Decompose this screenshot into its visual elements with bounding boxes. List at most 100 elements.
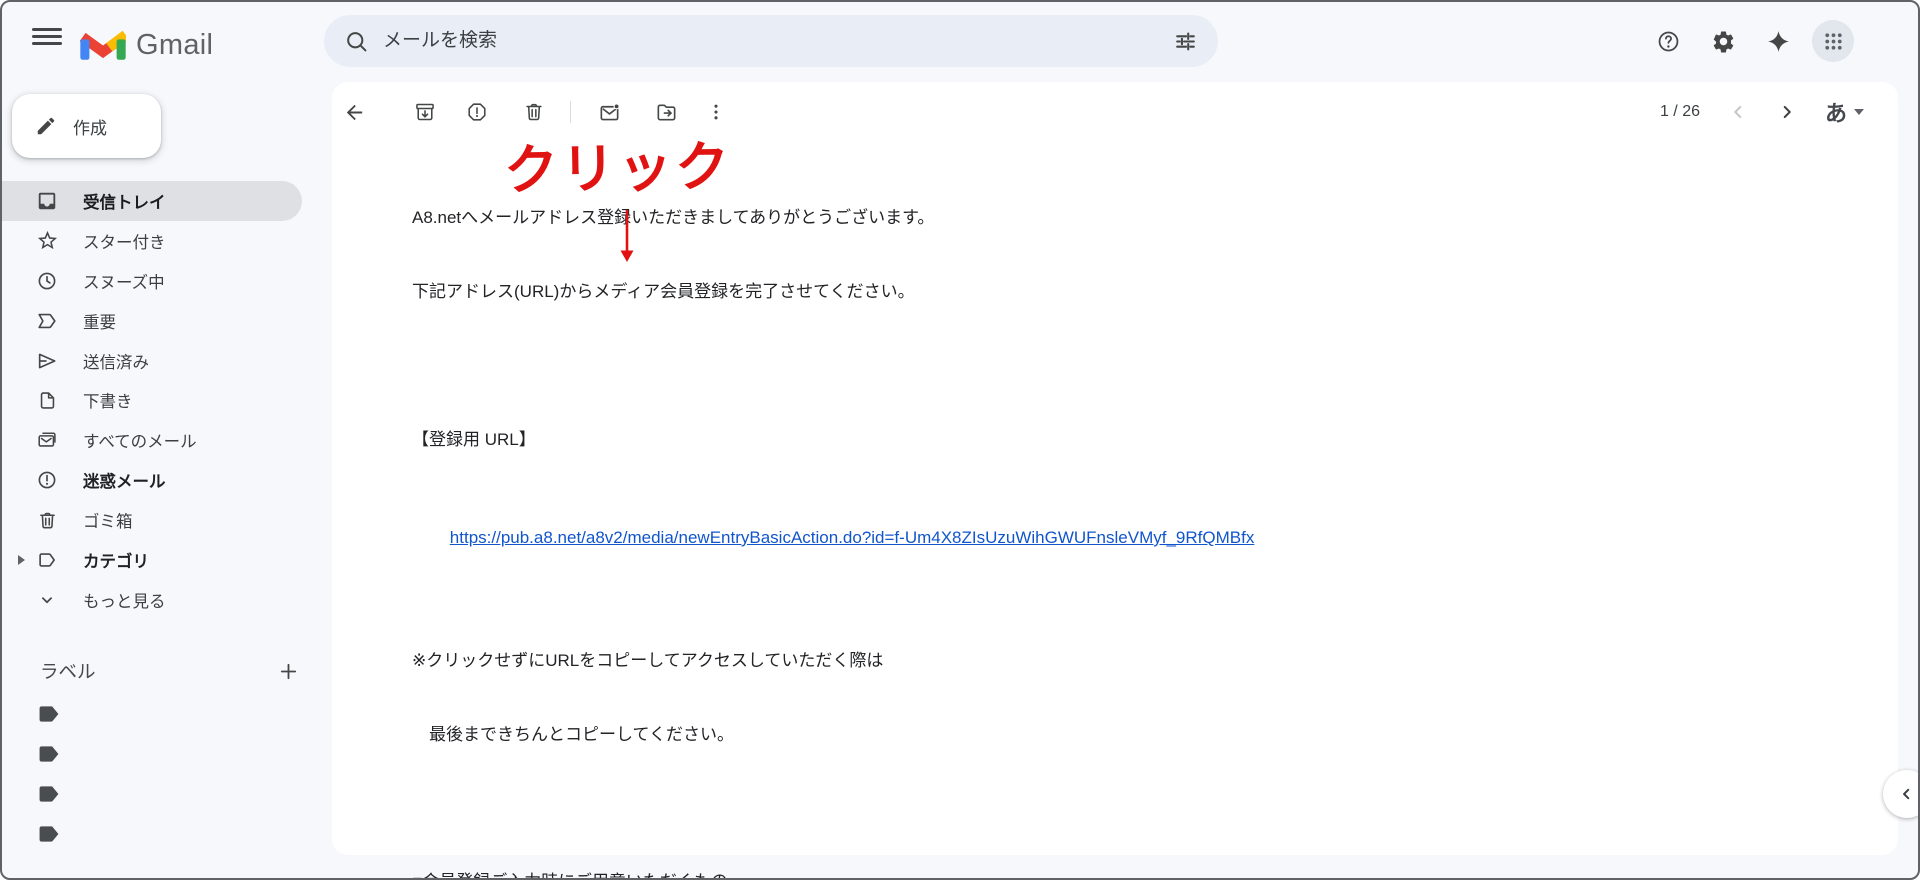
gemini-button[interactable]: [1757, 20, 1799, 62]
newer-chevron-button[interactable]: [1727, 101, 1749, 123]
label-item[interactable]: [38, 814, 61, 854]
gmail-m-icon: [80, 30, 126, 60]
older-chevron-button[interactable]: [1776, 101, 1798, 123]
caret-down-icon: [1854, 109, 1864, 115]
important-marker-icon: [35, 309, 59, 333]
settings-button[interactable]: [1702, 20, 1744, 62]
archive-icon: [416, 103, 434, 121]
pagination-controls: 1 / 26 あ: [1660, 82, 1864, 142]
main-menu-button[interactable]: [32, 28, 62, 45]
sidebar-item-label: 送信済み: [83, 353, 149, 372]
unread-envelope-icon: [600, 102, 620, 120]
search-options-icon[interactable]: [1173, 29, 1198, 54]
input-tool-glyph: あ: [1824, 101, 1847, 126]
sidebar-item-label: もっと見る: [83, 592, 166, 611]
sparkle-icon: [1767, 30, 1789, 52]
sidebar-item-drafts[interactable]: 下書き: [2, 380, 302, 420]
email-line: https://pub.a8.net/a8v2/media/newEntryBa…: [412, 501, 1255, 547]
sidebar-item-sent[interactable]: 送信済み: [2, 341, 302, 381]
app-name: Gmail: [136, 28, 214, 61]
search-bar[interactable]: [324, 15, 1218, 67]
sidebar-item-all-mail[interactable]: すべてのメール: [2, 420, 302, 460]
email-line: 【登録用 URL】: [412, 429, 536, 449]
google-apps-button[interactable]: [1812, 20, 1854, 62]
gmail-window: Gmail メールを検索 作成 受信トレイ スター付き スヌーズ中 重要 送信済…: [0, 0, 1920, 880]
compose-label: 作成: [73, 118, 107, 138]
sidebar-item-label: 下書き: [83, 393, 133, 412]
registration-url-link[interactable]: https://pub.a8.net/a8v2/media/newEntryBa…: [450, 528, 1255, 547]
label-tag-icon: [39, 746, 59, 762]
sidebar-item-label: スヌーズ中: [83, 273, 165, 292]
report-spam-button[interactable]: [457, 92, 497, 132]
sidebar-nav: 受信トレイ スター付き スヌーズ中 重要 送信済み 下書き すべてのメール 迷惑…: [2, 181, 312, 620]
email-line: 最後まできちんとコピーしてください。: [412, 724, 734, 744]
gear-icon: [1713, 31, 1733, 53]
sidebar-item-label: カテゴリ: [83, 552, 149, 571]
sidebar-item-label: スター付き: [83, 233, 166, 252]
label-tag-icon: [39, 706, 59, 722]
inbox-icon: [35, 189, 59, 213]
report-spam-icon: [468, 103, 486, 121]
toolbar-divider: [570, 101, 571, 123]
click-annotation-arrow-icon: [620, 210, 634, 262]
email-line: [412, 575, 1254, 600]
expand-arrow-icon[interactable]: [18, 554, 25, 565]
create-label-button[interactable]: [277, 660, 300, 683]
category-tag-icon: [35, 548, 59, 572]
label-tag-icon: [39, 786, 59, 802]
label-list: [38, 694, 61, 854]
email-line: ※クリックせずにURLをコピーしてアクセスしていただく際は: [412, 650, 884, 670]
trash-icon: [35, 508, 59, 532]
message-pane: 1 / 26 あ A8.netへメールアドレス登録いただきましてありがとうござい…: [332, 82, 1898, 878]
chevron-down-icon: [35, 588, 59, 612]
sidebar-item-more[interactable]: もっと見る: [2, 580, 302, 620]
email-line: A8.netへメールアドレス登録いただきましてありがとうございます。: [412, 208, 935, 228]
email-body: A8.netへメールアドレス登録いただきましてありがとうございます。 下記アドレ…: [412, 157, 1255, 878]
sidebar-item-starred[interactable]: スター付き: [2, 221, 302, 261]
sidebar-item-label: 重要: [83, 313, 116, 332]
spam-icon: [35, 468, 59, 492]
pagination-counter: 1 / 26: [1659, 103, 1700, 120]
star-icon: [35, 229, 59, 253]
email-line: 下記アドレス(URL)からメディア会員登録を完了させてください。: [412, 281, 915, 301]
draft-icon: [35, 388, 59, 412]
input-tools-button[interactable]: あ: [1825, 96, 1864, 128]
back-button[interactable]: [334, 92, 374, 132]
label-item[interactable]: [38, 774, 61, 814]
sidebar-item-label: ゴミ箱: [83, 513, 133, 532]
help-button[interactable]: [1647, 20, 1689, 62]
sidebar-item-label: 受信トレイ: [83, 193, 166, 212]
email-line: [412, 796, 1254, 821]
chevron-left-icon: [1903, 788, 1910, 800]
label-item[interactable]: [38, 694, 61, 734]
click-annotation-text: クリック: [503, 137, 733, 201]
header-actions: [1647, 15, 1854, 67]
sidebar-item-inbox[interactable]: 受信トレイ: [2, 181, 302, 221]
clock-icon: [35, 269, 59, 293]
help-icon: [1658, 31, 1678, 51]
trash-icon: [526, 103, 542, 121]
label-tag-icon: [39, 826, 59, 842]
archive-button[interactable]: [405, 92, 445, 132]
move-folder-icon: [657, 103, 675, 121]
more-vert-icon: [714, 104, 718, 120]
search-icon[interactable]: [344, 29, 369, 54]
sidebar-item-label: すべてのメール: [83, 433, 197, 452]
compose-button[interactable]: 作成: [12, 94, 161, 158]
pencil-icon: [37, 117, 55, 135]
email-line: [412, 354, 1254, 379]
gmail-logo: Gmail: [80, 28, 213, 62]
email-line: ■会員登録ご入力時にご用意いただくもの: [412, 870, 1254, 878]
search-input[interactable]: [383, 30, 1173, 52]
all-mail-icon: [35, 428, 59, 452]
back-arrow-icon: [346, 104, 362, 120]
labels-header: ラベル: [40, 658, 300, 684]
sidebar-item-categories[interactable]: カテゴリ: [2, 540, 302, 580]
sidebar-item-important[interactable]: 重要: [2, 301, 302, 341]
sidebar-item-spam[interactable]: 迷惑メール: [2, 460, 302, 500]
send-icon: [35, 349, 59, 373]
labels-title: ラベル: [40, 661, 96, 682]
sidebar-item-snoozed[interactable]: スヌーズ中: [2, 261, 302, 301]
label-item[interactable]: [38, 734, 61, 774]
sidebar-item-trash[interactable]: ゴミ箱: [2, 500, 302, 540]
